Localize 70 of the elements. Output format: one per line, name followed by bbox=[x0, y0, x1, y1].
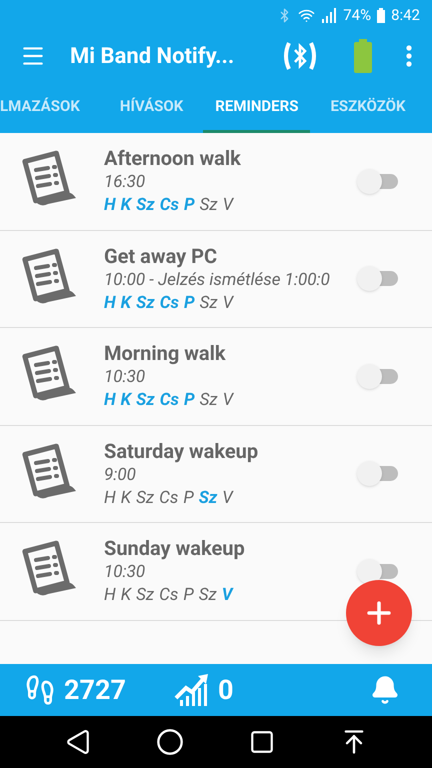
weekday-label: V bbox=[222, 584, 233, 608]
weekday-label: H bbox=[104, 389, 116, 412]
reminder-row[interactable]: Morning walk 10:30 H K Sz Cs P Sz V bbox=[0, 328, 432, 426]
reminder-time: 10:00 - Jelzés ismétlése 1:00:0 bbox=[104, 268, 331, 291]
weekday-label: Sz bbox=[136, 486, 154, 510]
reminder-time: 10:30 bbox=[104, 561, 146, 584]
reminder-time: 16:30 bbox=[104, 171, 146, 194]
weekday-label: H bbox=[104, 584, 116, 608]
weekday-label: Cs bbox=[160, 194, 179, 218]
weekday-label: Sz bbox=[198, 486, 218, 510]
toggle-switch[interactable] bbox=[356, 168, 400, 195]
reminder-row[interactable]: Get away PC 10:00 - Jelzés ismétlése 1:00:0 H K Sz Cs P Sz V bbox=[0, 230, 432, 328]
weekday-label: V bbox=[222, 292, 234, 315]
battery-level-icon bbox=[352, 39, 374, 73]
toggle-switch[interactable] bbox=[356, 460, 400, 488]
weekday-label: Sz bbox=[200, 292, 218, 315]
reminder-row[interactable]: Saturday wakeup 9:00 H K Sz Cs P Sz V bbox=[0, 426, 432, 523]
reminder-title: Morning walk bbox=[104, 340, 227, 366]
reminder-row[interactable]: Afternoon walk 16:30 H K Sz Cs P Sz V bbox=[0, 133, 432, 230]
trend-chart-icon bbox=[174, 672, 210, 708]
weekday-label: P bbox=[184, 194, 195, 218]
weekday-label: K bbox=[120, 584, 132, 608]
weekday-label: Sz bbox=[200, 194, 218, 218]
toggle-switch[interactable] bbox=[356, 558, 400, 585]
app-title: Mi Band Notify... bbox=[70, 42, 234, 70]
battery-percent: 74% bbox=[343, 4, 372, 26]
reminder-time: 10:30 bbox=[104, 366, 146, 388]
home-icon[interactable] bbox=[156, 728, 184, 756]
signal-icon bbox=[321, 8, 338, 22]
weekday-label: P bbox=[183, 486, 194, 510]
more-options-icon bbox=[406, 45, 412, 67]
toggle-switch[interactable] bbox=[356, 362, 400, 390]
weekday-label: P bbox=[184, 292, 195, 315]
weekday-label: Cs bbox=[160, 389, 179, 412]
weekday-label: K bbox=[120, 292, 132, 315]
reminder-time: 9:00 bbox=[104, 464, 137, 486]
weekday-label: K bbox=[120, 194, 132, 218]
step-count: 2727 bbox=[64, 672, 126, 708]
weekday-label: Sz bbox=[200, 389, 218, 412]
clock: 8:42 bbox=[391, 4, 420, 26]
weekday-label: K bbox=[120, 486, 132, 510]
weekday-label: H bbox=[104, 486, 116, 510]
weekday-label: V bbox=[222, 194, 234, 218]
reminder-title: Get away PC bbox=[104, 242, 218, 269]
weekday-label: H bbox=[104, 292, 116, 315]
weekday-label: V bbox=[222, 389, 234, 412]
toggle-switch[interactable] bbox=[356, 265, 400, 292]
more-options-button[interactable] bbox=[406, 45, 412, 67]
weekday-label: P bbox=[184, 389, 195, 412]
reminder-title: Saturday wakeup bbox=[104, 438, 260, 464]
weekday-label: Cs bbox=[159, 584, 178, 608]
weekday-label: Sz bbox=[136, 194, 155, 218]
battery-icon bbox=[377, 8, 386, 22]
weekday-label: Sz bbox=[136, 389, 155, 412]
weekday-label: Cs bbox=[160, 292, 179, 315]
weekday-label: H bbox=[104, 194, 116, 218]
footprints-icon bbox=[24, 674, 56, 706]
weekday-label: Cs bbox=[159, 486, 178, 510]
score-value: 0 bbox=[218, 672, 234, 708]
weekday-label: Sz bbox=[136, 584, 154, 608]
back-icon[interactable] bbox=[64, 729, 90, 755]
recents-icon[interactable] bbox=[248, 729, 274, 755]
reminder-title: Afternoon walk bbox=[104, 145, 242, 172]
weekday-label: K bbox=[120, 389, 132, 412]
weekday-label: Sz bbox=[198, 584, 217, 608]
bell-icon[interactable] bbox=[370, 675, 400, 705]
weekday-label: V bbox=[222, 486, 233, 510]
reminder-title: Sunday wakeup bbox=[104, 535, 246, 562]
weekday-label: P bbox=[183, 584, 194, 608]
weekday-label: Sz bbox=[136, 292, 155, 315]
